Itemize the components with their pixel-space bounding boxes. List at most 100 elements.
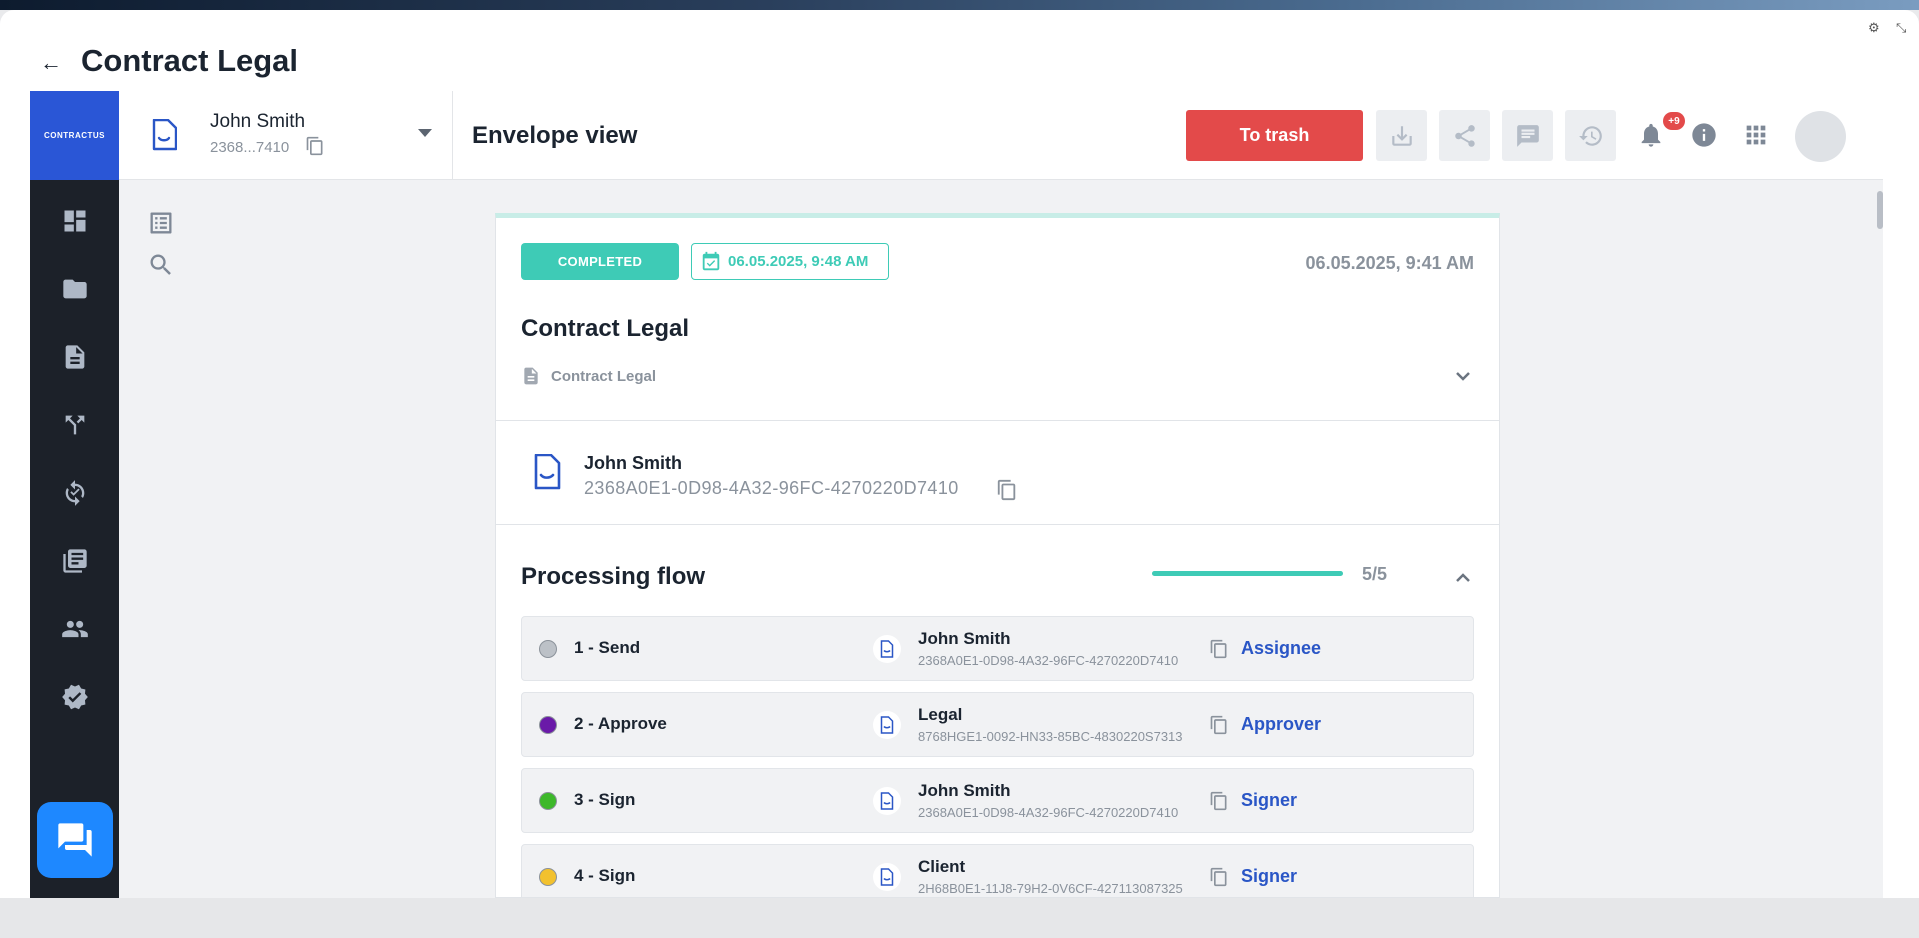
participant-icon <box>873 787 901 815</box>
participant-icon <box>873 635 901 663</box>
top-bar: John Smith 2368...7410 Envelope view To … <box>119 91 1883 180</box>
flow-step-row[interactable]: 3 - Sign John Smith 2368A0E1-0D98-4A32-9… <box>521 768 1474 833</box>
search-button[interactable] <box>147 251 175 279</box>
download-button[interactable] <box>1376 110 1427 161</box>
scrollbar-thumb[interactable] <box>1877 191 1883 229</box>
account-id: 2368...7410 <box>210 139 290 156</box>
app-frame: CONTRACTUS John Smith 2368...7410 Envelo… <box>30 91 1883 898</box>
account-name: John Smith <box>210 111 306 132</box>
sync-check-icon <box>65 480 84 506</box>
info-button[interactable] <box>1686 117 1722 153</box>
calendar-check-icon <box>702 251 720 271</box>
document-name[interactable]: Contract Legal <box>551 368 656 385</box>
desktop-background <box>0 0 1919 10</box>
step-status-dot <box>539 792 557 810</box>
sidebar-item-dashboard[interactable] <box>30 201 119 241</box>
verified-badge-icon <box>61 684 88 710</box>
chat-button[interactable] <box>37 802 113 878</box>
search-icon <box>150 254 171 275</box>
sidebar-item-contacts[interactable] <box>30 609 119 649</box>
sender-id: 2368A0E1-0D98-4A32-96FC-4270220D7410 <box>584 478 959 498</box>
envelope-view-title: Envelope view <box>472 122 638 149</box>
scrollbar[interactable] <box>1877 191 1883 898</box>
sender-name: John Smith <box>584 453 682 473</box>
sidebar: CONTRACTUS <box>30 91 119 898</box>
apps-button[interactable] <box>1738 117 1774 153</box>
gear-icon[interactable]: ⚙ <box>1868 20 1880 36</box>
info-icon <box>1692 123 1716 147</box>
sidebar-item-library[interactable] <box>30 541 119 581</box>
step-label: 1 - Send <box>574 638 641 657</box>
step-status-dot <box>539 868 557 886</box>
status-badge: COMPLETED <box>521 243 679 280</box>
copy-icon[interactable] <box>1209 637 1229 661</box>
sidebar-item-documents[interactable] <box>30 337 119 377</box>
share-button[interactable] <box>1439 110 1490 161</box>
flow-step-row[interactable]: 4 - Sign Client 2H68B0E1-11J8-79H2-0V6CF… <box>521 844 1474 897</box>
chevron-down-icon[interactable] <box>418 129 432 137</box>
history-icon <box>1578 125 1602 146</box>
envelope-card: COMPLETED 06.05.2025, 9:48 AM 06.05.2025… <box>495 213 1500 898</box>
participant-icon <box>873 711 901 739</box>
sidebar-item-workflows[interactable] <box>30 405 119 445</box>
participant-id: 2368A0E1-0D98-4A32-96FC-4270220D7410 <box>918 805 1179 820</box>
participant-id: 8768HGE1-0092-HN33-85BC-4830220S7313 <box>918 729 1183 744</box>
collapse-flow-button[interactable] <box>1453 568 1473 588</box>
copy-icon[interactable] <box>1209 865 1229 889</box>
dashboard-icon <box>64 210 85 232</box>
share-icon <box>1454 124 1475 147</box>
history-button[interactable] <box>1565 110 1616 161</box>
participant-name: Legal <box>918 705 963 724</box>
notification-count-badge: +9 <box>1663 112 1685 130</box>
flow-progress-fill <box>1152 571 1343 576</box>
participant-role: Signer <box>1241 866 1298 886</box>
participant-role: Signer <box>1241 790 1298 810</box>
copy-icon[interactable] <box>996 478 1018 502</box>
minimize-window-icon[interactable]: ⤡ <box>1896 20 1906 36</box>
document-icon <box>65 345 84 369</box>
avatar[interactable] <box>1795 111 1846 162</box>
to-trash-button[interactable]: To trash <box>1186 110 1363 161</box>
sidebar-item-folders[interactable] <box>30 269 119 309</box>
apps-grid-icon <box>1746 125 1766 145</box>
flow-step-row[interactable]: 2 - Approve Legal 8768HGE1-0092-HN33-85B… <box>521 692 1474 757</box>
chat-icon <box>58 823 92 857</box>
list-icon <box>150 212 172 234</box>
desktop-taskbar-area <box>0 898 1919 938</box>
expand-document-button[interactable] <box>1453 366 1473 386</box>
list-view-button[interactable] <box>147 209 175 237</box>
copy-icon[interactable] <box>1209 713 1229 737</box>
back-button[interactable]: ← <box>40 50 62 76</box>
copy-icon[interactable] <box>305 135 325 157</box>
sidebar-item-sync[interactable] <box>30 473 119 513</box>
signed-document-icon <box>152 119 177 151</box>
flow-step-row[interactable]: 1 - Send John Smith 2368A0E1-0D98-4A32-9… <box>521 616 1474 681</box>
divider <box>496 524 1499 525</box>
workflow-icon <box>65 415 84 435</box>
flow-progress-text: 5/5 <box>1362 564 1388 584</box>
participant-id: 2368A0E1-0D98-4A32-96FC-4270220D7410 <box>918 653 1179 668</box>
download-icon <box>1391 125 1412 146</box>
comment-icon <box>1516 124 1539 147</box>
processing-flow-title: Processing flow <box>521 563 706 590</box>
copy-icon[interactable] <box>1209 789 1229 813</box>
step-label: 4 - Sign <box>574 866 636 885</box>
participant-icon <box>873 863 901 891</box>
envelope-title: Contract Legal <box>521 315 690 342</box>
comments-button[interactable] <box>1502 110 1553 161</box>
document-icon <box>524 367 538 385</box>
logo[interactable]: CONTRACTUS <box>30 91 119 180</box>
participant-id: 2H68B0E1-11J8-79H2-0V6CF-427113087325 <box>918 881 1183 896</box>
participant-name: John Smith <box>918 781 1011 800</box>
step-label: 2 - Approve <box>574 714 667 733</box>
contacts-icon <box>61 620 88 638</box>
divider <box>496 420 1499 421</box>
folder-icon <box>62 279 87 299</box>
account-selector[interactable]: John Smith 2368...7410 <box>119 91 453 180</box>
step-status-dot <box>539 716 557 734</box>
signed-document-icon <box>534 454 561 490</box>
sidebar-item-verification[interactable] <box>30 677 119 717</box>
chevron-down-icon <box>1456 372 1470 381</box>
step-label: 3 - Sign <box>574 790 636 809</box>
step-status-dot <box>539 640 557 658</box>
